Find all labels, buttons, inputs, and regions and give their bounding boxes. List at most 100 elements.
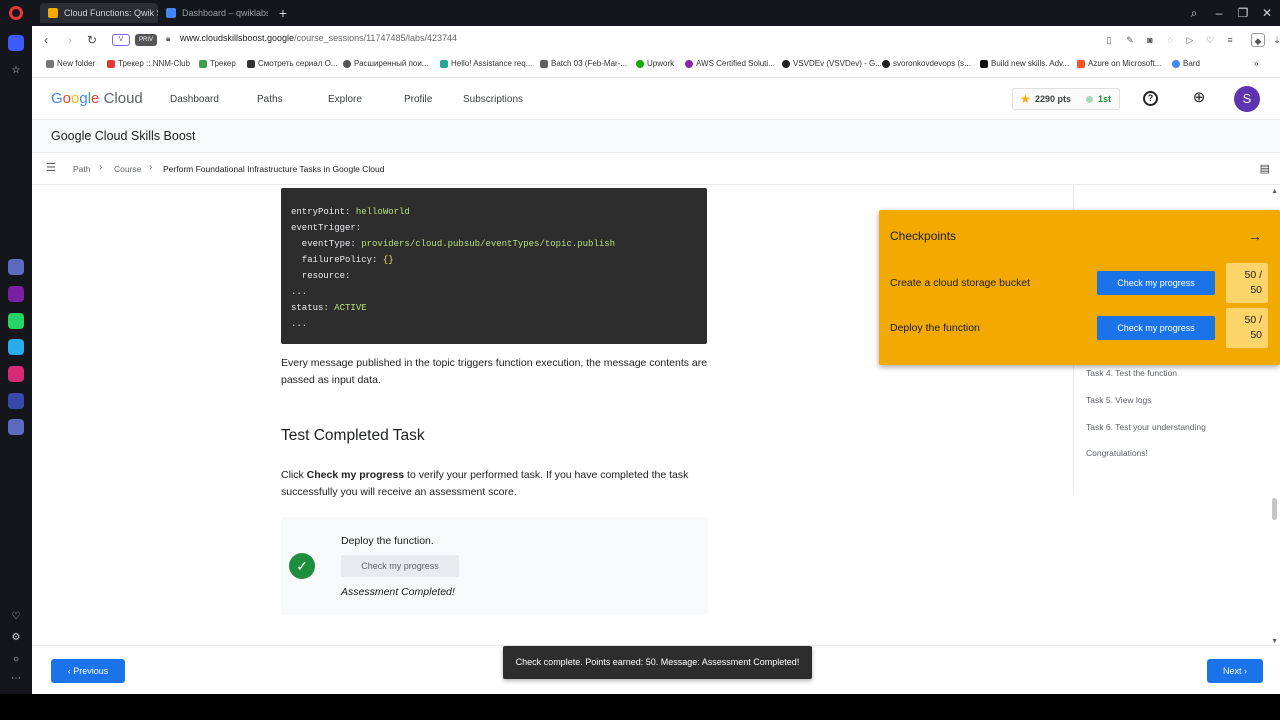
aria-icon[interactable] bbox=[8, 259, 24, 275]
breadcrumb: ☰ Path › Course › Perform Foundational I… bbox=[32, 153, 1280, 185]
breadcrumb-current[interactable]: Perform Foundational Infrastructure Task… bbox=[163, 164, 384, 174]
scroll-up-icon[interactable]: ▲ bbox=[1271, 188, 1278, 195]
scroll-down-icon[interactable]: ▼ bbox=[1271, 638, 1278, 645]
instagram-icon[interactable] bbox=[8, 366, 24, 382]
help-icon[interactable]: ? bbox=[1143, 91, 1158, 106]
code-line: eventTrigger: bbox=[291, 223, 362, 233]
maximize-button[interactable]: ❐ bbox=[1233, 3, 1253, 23]
check-progress-button[interactable]: Check my progress bbox=[1097, 271, 1215, 295]
check-progress-button[interactable]: Check my progress bbox=[341, 555, 459, 577]
avatar[interactable]: S bbox=[1234, 86, 1260, 112]
globe-icon[interactable]: ⊕ bbox=[1191, 90, 1207, 106]
assessment-status: Assessment Completed! bbox=[341, 586, 455, 598]
more-icon[interactable]: ⋯ bbox=[8, 671, 24, 687]
bookmark-item[interactable]: Build new skills. Adv... bbox=[980, 59, 1069, 68]
vpn-badge[interactable]: V bbox=[112, 34, 130, 46]
forward-icon[interactable]: › bbox=[62, 32, 78, 48]
toc-item[interactable]: Task 4. Test the function bbox=[1086, 368, 1177, 378]
bookmark-item[interactable]: Azure on Microsoft... bbox=[1077, 59, 1161, 68]
browser-tab[interactable]: Dashboard – qwiklabs-gcp bbox=[158, 3, 268, 23]
taskbar-area bbox=[0, 694, 1280, 720]
camera-icon[interactable]: ◙ bbox=[1143, 33, 1157, 47]
close-window-button[interactable]: ✕ bbox=[1257, 3, 1277, 23]
web-page: Google Cloud Dashboard Paths Explore Pro… bbox=[32, 78, 1280, 694]
url-host: www.cloudskillsboost.google bbox=[180, 33, 295, 43]
nav-dashboard[interactable]: Dashboard bbox=[170, 94, 219, 105]
nav-subscriptions[interactable]: Subscriptions bbox=[463, 94, 523, 105]
bookmark-item[interactable]: Batch 03 (Feb-Mar-... bbox=[540, 59, 627, 68]
lock-icon[interactable]: 🔒︎ bbox=[166, 34, 170, 44]
bookmark-item[interactable]: Трекер bbox=[199, 59, 236, 68]
lightbulb-icon[interactable]: ○ bbox=[8, 652, 24, 668]
minimize-button[interactable]: – bbox=[1209, 3, 1229, 23]
bard-icon bbox=[1172, 60, 1180, 68]
back-icon[interactable]: ‹ bbox=[38, 32, 54, 48]
breadcrumb-path[interactable]: Path bbox=[73, 164, 91, 174]
rank-icon bbox=[1086, 96, 1093, 103]
url-field[interactable]: www.cloudskillsboost.google/course_sessi… bbox=[180, 33, 457, 43]
star-icon[interactable]: ☆ bbox=[8, 63, 24, 79]
bookmark-item[interactable]: Расширенный пои... bbox=[343, 59, 429, 68]
next-button[interactable]: Next › bbox=[1207, 659, 1263, 683]
shield-icon[interactable]: ◌ bbox=[1163, 33, 1177, 47]
bookmark-item[interactable]: Трекер :: NNM-Club bbox=[107, 59, 190, 68]
checkpoint-score: 50 / 50 bbox=[1226, 308, 1268, 348]
toc-item[interactable]: Task 5. View logs bbox=[1086, 395, 1152, 405]
edit-icon[interactable]: ✎ bbox=[1123, 33, 1137, 47]
section-heading: Test Completed Task bbox=[281, 427, 425, 444]
toc-item[interactable]: Task 6. Test your understanding bbox=[1086, 422, 1206, 432]
opera-logo-icon[interactable] bbox=[9, 6, 23, 20]
send-icon[interactable] bbox=[8, 419, 24, 435]
google-cloud-logo[interactable]: Google Cloud bbox=[51, 90, 143, 107]
bookmarks-more-button[interactable]: » bbox=[1254, 59, 1258, 68]
menu-lines-icon[interactable]: ≡ bbox=[1223, 33, 1237, 47]
check-progress-button[interactable]: Check my progress bbox=[1097, 316, 1215, 340]
bookmark-item[interactable]: New folder bbox=[46, 59, 95, 68]
folder-icon bbox=[46, 60, 54, 68]
download-icon[interactable]: ⇣ bbox=[1270, 33, 1280, 47]
nav-explore[interactable]: Explore bbox=[328, 94, 362, 105]
bookmark-item[interactable]: Upwork bbox=[636, 59, 674, 68]
gear-icon[interactable]: ⚙ bbox=[8, 630, 24, 646]
browser-tab-bar: Cloud Functions: Qwik St Dashboard – qwi… bbox=[0, 0, 1280, 26]
new-tab-button[interactable]: + bbox=[274, 4, 292, 22]
code-line: status: ACTIVE bbox=[291, 303, 367, 313]
breadcrumb-course[interactable]: Course bbox=[114, 164, 141, 174]
nav-paths[interactable]: Paths bbox=[257, 94, 283, 105]
chat-icon[interactable]: ▤ bbox=[1260, 162, 1270, 175]
extension-icon[interactable]: ◆ bbox=[1251, 33, 1265, 47]
whatsapp-icon[interactable] bbox=[8, 313, 24, 329]
points-chip[interactable]: ★ 2290 pts 1st bbox=[1012, 88, 1120, 110]
bookmark-item[interactable]: VSVDEv (VSVDev) - G... bbox=[782, 59, 882, 68]
browser-tab-active[interactable]: Cloud Functions: Qwik St bbox=[40, 3, 158, 23]
heart-icon[interactable]: ♡ bbox=[8, 609, 24, 625]
bookmark-item[interactable]: AWS Certified Soluti... bbox=[685, 59, 775, 68]
home-icon[interactable] bbox=[8, 35, 24, 51]
top-navigation: Google Cloud Dashboard Paths Explore Pro… bbox=[32, 78, 1280, 120]
reload-icon[interactable]: ↻ bbox=[84, 32, 100, 48]
play-icon[interactable]: ▷ bbox=[1183, 33, 1197, 47]
toc-item[interactable]: Congratulations! bbox=[1086, 448, 1148, 458]
bookmark-item[interactable]: Bard bbox=[1172, 59, 1200, 68]
bookmark-item[interactable]: Смотреть сериал О... bbox=[247, 59, 338, 68]
bookmarks-bar: New folder Трекер :: NNM-Club Трекер Смо… bbox=[32, 54, 1280, 78]
bookmark-item[interactable]: Hello! Assistance req... bbox=[440, 59, 532, 68]
menu-icon[interactable]: ☰ bbox=[46, 162, 58, 174]
messenger-icon[interactable] bbox=[8, 286, 24, 302]
previous-button[interactable]: ‹ Previous bbox=[51, 659, 125, 683]
code-line: eventType: providers/cloud.pubsub/eventT… bbox=[291, 239, 616, 249]
progress-check-card: ✓ Deploy the function. Check my progress… bbox=[281, 517, 708, 615]
product-header: Google Cloud Skills Boost bbox=[32, 120, 1280, 153]
heart-outline-icon[interactable]: ♡ bbox=[1203, 33, 1217, 47]
star-icon: ★ bbox=[1020, 92, 1031, 106]
reader-icon[interactable]: ▯ bbox=[1102, 33, 1116, 47]
telegram-icon[interactable] bbox=[8, 339, 24, 355]
tab-favicon-icon bbox=[48, 8, 58, 18]
bookmark-item[interactable]: svoronkovdevops (s... bbox=[882, 59, 971, 68]
player-icon[interactable] bbox=[8, 393, 24, 409]
arrow-right-icon[interactable]: → bbox=[1248, 228, 1262, 244]
nav-profile[interactable]: Profile bbox=[404, 94, 432, 105]
search-tabs-icon[interactable]: ⌕ bbox=[1184, 3, 1204, 23]
scrollbar-thumb[interactable] bbox=[1272, 498, 1277, 520]
paragraph: Every message published in the topic tri… bbox=[281, 357, 708, 386]
